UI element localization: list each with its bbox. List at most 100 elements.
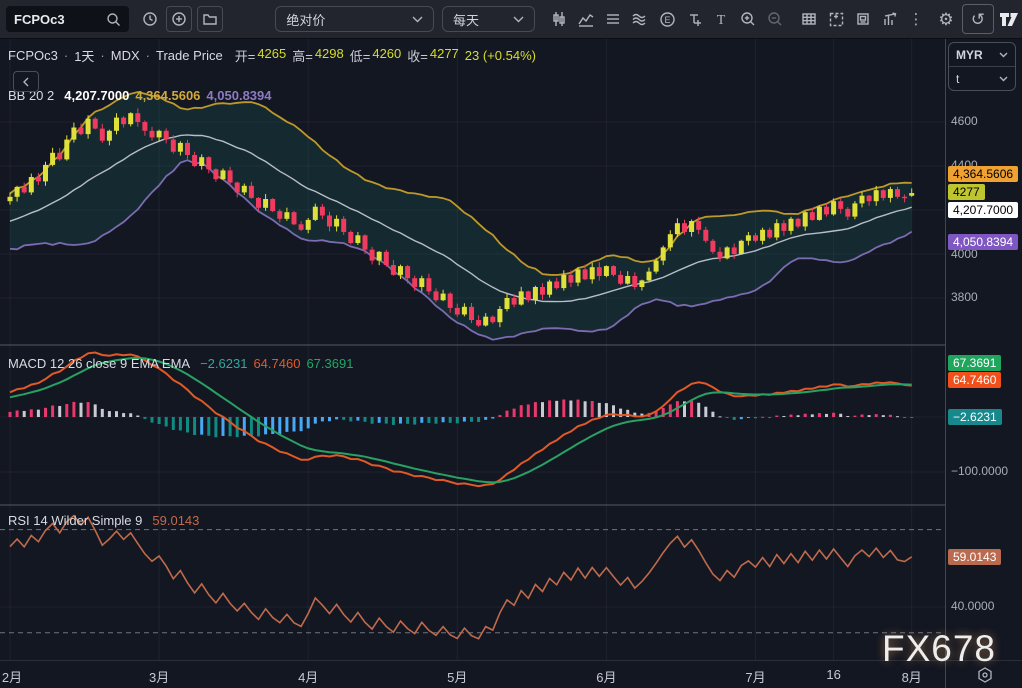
open-value: 4265: [257, 46, 286, 65]
circle-e-icon: E: [659, 11, 676, 28]
axis-separator-line: [945, 38, 946, 688]
measure-ruler-icon: [686, 11, 702, 27]
reset-chart-button[interactable]: ↺: [962, 4, 994, 34]
change-value: 23 (+0.54%): [465, 48, 536, 63]
time-axis-label: 5月: [447, 667, 467, 686]
macd-line-badge: 64.7460: [948, 372, 1001, 388]
candlestick-icon: [551, 11, 567, 27]
chevron-down-icon: [412, 16, 423, 23]
tradingview-logo-button[interactable]: [996, 7, 1022, 31]
chevron-down-icon: [999, 52, 1008, 58]
macd-title[interactable]: MACD 12 26 close 9 EMA EMA: [8, 356, 190, 371]
symbol-search-value: FCPOc3: [14, 12, 65, 27]
legend-exchange: MDX: [111, 48, 140, 63]
bb-upper-badge: 4,364.5606: [948, 166, 1018, 182]
kebab-menu-icon: ⋮: [909, 12, 924, 27]
macd-legend-row: MACD 12 26 close 9 EMA EMA −2.6231 64.74…: [8, 356, 353, 371]
measure-button[interactable]: [682, 7, 706, 31]
time-axis[interactable]: 2月3月4月5月6月7月168月: [0, 660, 1022, 688]
settings-button[interactable]: ⚙: [934, 7, 958, 31]
trend-line-icon: [578, 11, 594, 27]
time-axis-label: 3月: [149, 667, 169, 686]
top-toolbar: FCPOc3 绝对价 每天: [0, 0, 1022, 39]
rsi-pane: [0, 516, 945, 639]
low-value: 4260: [372, 46, 401, 65]
layout-lines-button[interactable]: [601, 7, 625, 31]
collapse-legend-button[interactable]: [13, 71, 39, 92]
table-grid-icon: [801, 11, 817, 27]
rsi-title[interactable]: RSI 14 Wilder Simple 9: [8, 513, 142, 528]
time-axis-label: 2月: [2, 667, 22, 686]
macd-line-value: 64.7460: [253, 356, 300, 371]
macd-pane: [9, 353, 914, 487]
waves-icon: [631, 11, 649, 27]
price-scale-label: 绝对价: [286, 10, 325, 29]
svg-text:T: T: [717, 13, 726, 27]
axis-unit-box: MYR t: [948, 42, 1016, 91]
publish-page-icon: [855, 11, 871, 27]
rsi-badge: 59.0143: [948, 549, 1001, 565]
price-axis[interactable]: MYR t 4600440040003800−100.000040.00004,…: [946, 38, 1022, 660]
time-axis-label: 6月: [596, 667, 616, 686]
text-tool-icon: T: [713, 11, 729, 27]
price-scale-dropdown[interactable]: 绝对价: [275, 6, 434, 32]
macd-signal-value: 67.3691: [306, 356, 353, 371]
compare-add-button[interactable]: [166, 6, 192, 32]
plus-circle-icon: [171, 11, 187, 27]
price-tick: 4600: [951, 114, 978, 128]
text-tool-button[interactable]: T: [709, 7, 733, 31]
gear-icon: ⚙: [938, 11, 953, 28]
chevron-down-icon: [513, 16, 524, 23]
bb-legend-row: BB 20 2 4,207.7000 4,364.5606 4,050.8394: [8, 88, 272, 103]
symbol-legend-row: FCPOc3 · 1天 · MDX · Trade Price 开=4265 高…: [8, 46, 536, 65]
time-axis-label: 4月: [298, 667, 318, 686]
symbol-search-input[interactable]: FCPOc3: [6, 6, 129, 32]
legend-symbol[interactable]: FCPOc3: [8, 48, 58, 63]
templates-folder-button[interactable]: [197, 6, 223, 32]
price-tick: 3800: [951, 290, 978, 304]
screenshot-icon: [828, 11, 845, 28]
macd-line: [10, 353, 912, 487]
macd-tick: −100.0000: [951, 464, 1008, 478]
folder-icon: [202, 11, 218, 27]
interval-dropdown[interactable]: 每天: [442, 6, 535, 32]
unit-label: t: [956, 72, 959, 86]
interval-label: 每天: [453, 10, 479, 29]
tradingview-logo-icon: [999, 12, 1019, 27]
close-value: 4277: [430, 46, 459, 65]
macd-hist-badge: −2.6231: [948, 409, 1002, 425]
chevron-left-icon: [22, 77, 30, 87]
unit-selector[interactable]: t: [949, 66, 1015, 90]
bb-upper-value: 4,364.5606: [135, 88, 200, 103]
stats-button[interactable]: [878, 7, 902, 31]
rsi-tick: 40.0000: [951, 599, 994, 613]
clock-icon: [142, 11, 158, 27]
publish-button[interactable]: [851, 7, 875, 31]
more-options-button[interactable]: ⋮: [908, 7, 924, 31]
legend-interval[interactable]: 1天: [74, 46, 94, 65]
chart-style-candles-button[interactable]: [547, 7, 571, 31]
high-value: 4298: [315, 46, 344, 65]
chart-canvas[interactable]: [0, 38, 945, 660]
bb-lower-badge: 4,050.8394: [948, 234, 1018, 250]
snapshot-button[interactable]: [824, 7, 848, 31]
bar-chart-arrow-icon: [882, 11, 899, 27]
fx678-watermark: FX678: [882, 628, 996, 670]
market-grid-button[interactable]: [797, 7, 821, 31]
zoom-in-button[interactable]: [736, 7, 760, 31]
patterns-button[interactable]: [628, 7, 652, 31]
bar-replay-clock-button[interactable]: [139, 7, 161, 31]
macd-signal-badge: 67.3691: [948, 355, 1001, 371]
rsi-value: 59.0143: [152, 513, 199, 528]
indicators-button[interactable]: [574, 7, 598, 31]
elliott-wave-button[interactable]: E: [655, 7, 679, 31]
zoom-out-button[interactable]: [763, 7, 787, 31]
time-axis-label: 16: [826, 667, 840, 682]
zoom-out-icon: [767, 11, 783, 27]
time-axis-label: 7月: [745, 667, 765, 686]
main-pane: [8, 92, 915, 340]
rsi-line: [10, 516, 912, 639]
currency-selector[interactable]: MYR: [949, 43, 1015, 66]
layers-icon: [605, 11, 621, 27]
macd-hist-value: −2.6231: [200, 356, 247, 371]
